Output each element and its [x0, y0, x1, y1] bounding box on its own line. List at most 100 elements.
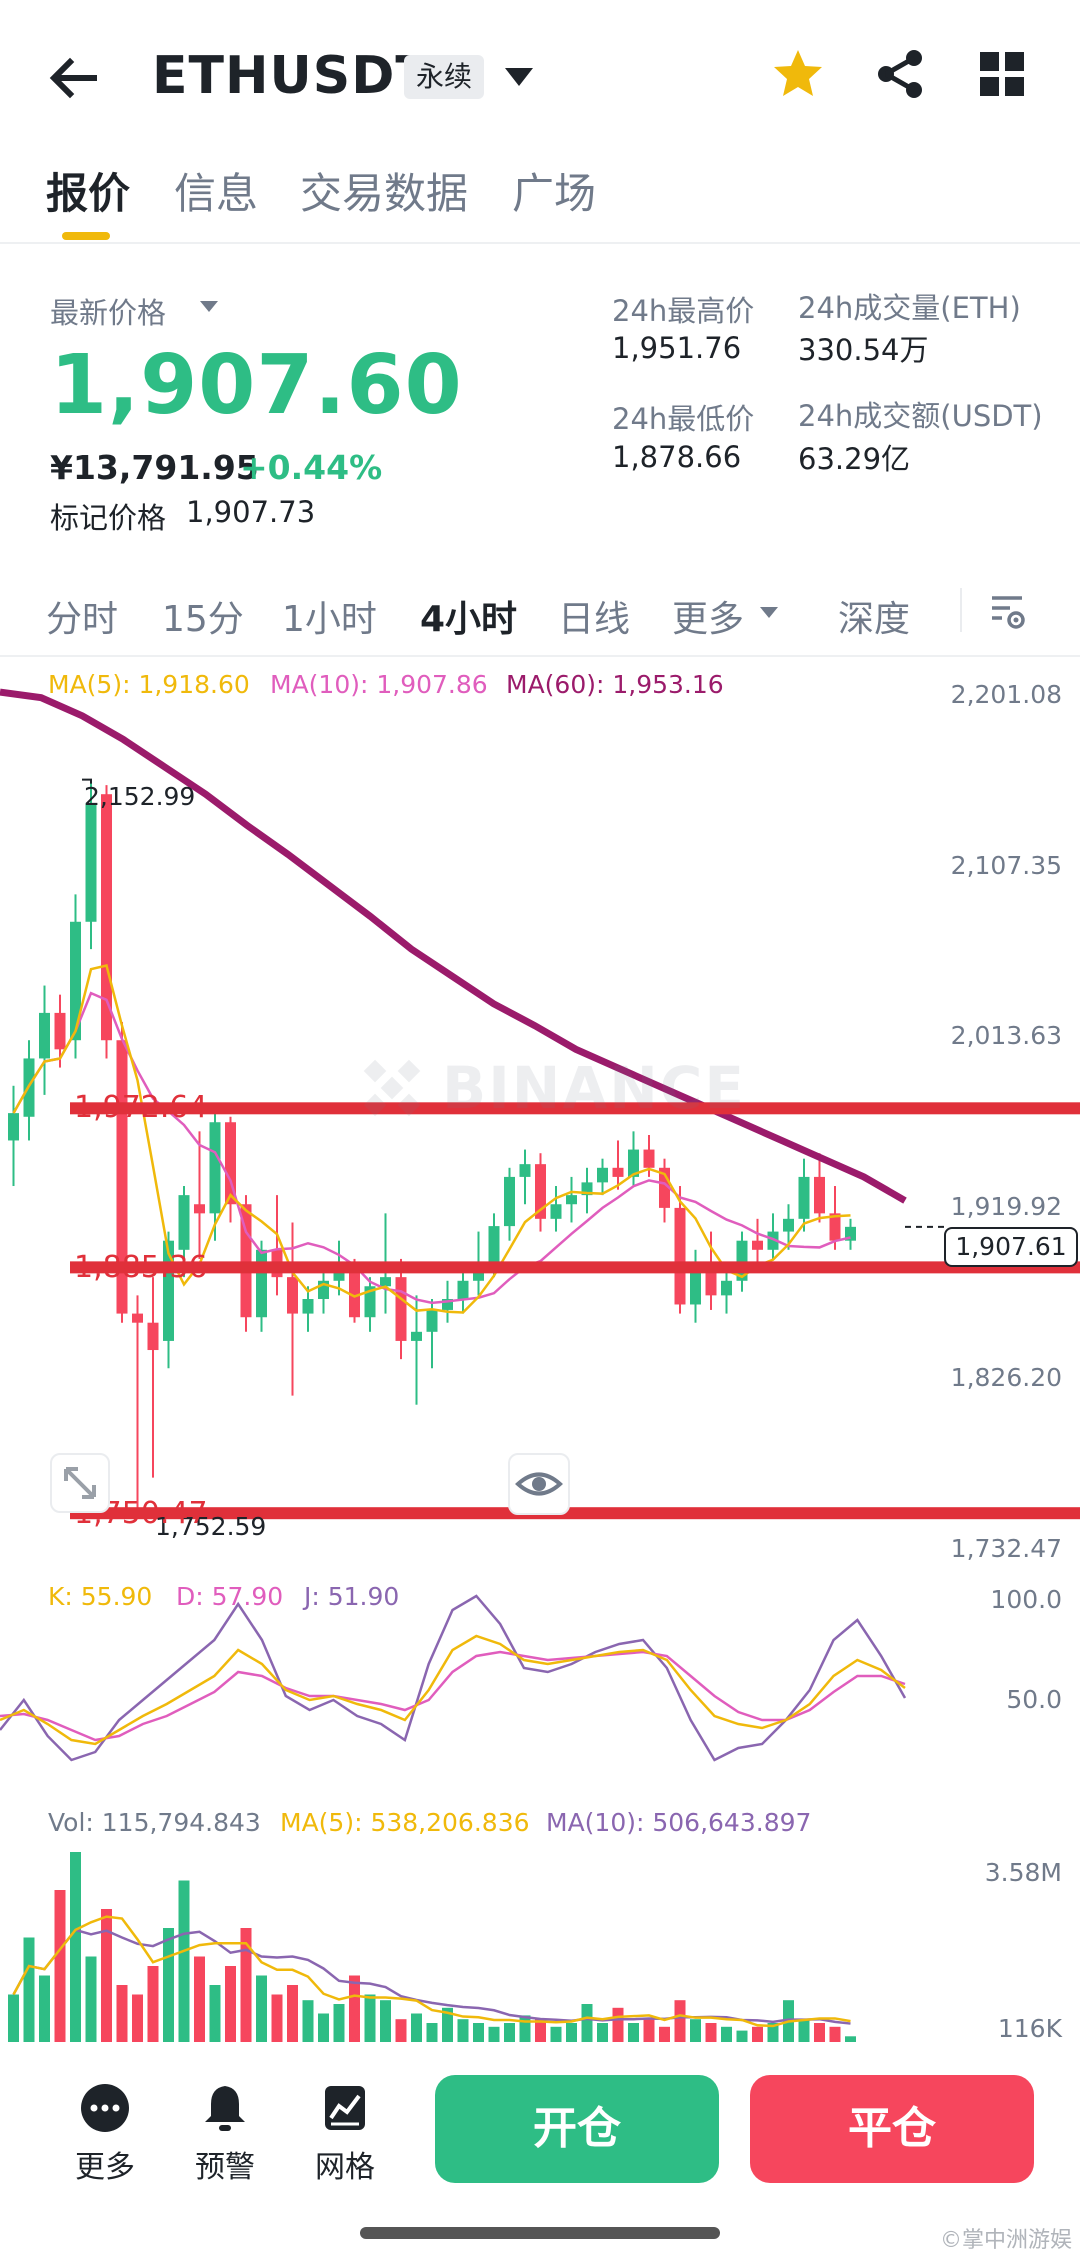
price-axis-label: 1,826.20 — [950, 1363, 1062, 1392]
volume-bar — [395, 2019, 407, 2042]
volume-bar — [581, 2004, 593, 2042]
candle-body — [54, 1012, 66, 1050]
price-axis-label: 2,013.63 — [950, 1021, 1062, 1050]
tab-trading-data[interactable]: 交易数据 — [300, 160, 468, 221]
header: ETHUSDT 永续 — [0, 0, 1080, 150]
mark-price-label: 标记价格 — [50, 501, 167, 535]
ma60-legend: MA(60): 1,953.16 — [506, 670, 724, 699]
candle-body — [488, 1226, 500, 1263]
vol-usdt-label: 24h成交额(USDT) — [798, 399, 1043, 433]
candle-body — [752, 1240, 763, 1250]
visibility-button[interactable] — [508, 1453, 570, 1515]
corner-watermark: ©掌中洲游娱 — [939, 2228, 1072, 2253]
price-type-caret-icon[interactable] — [198, 298, 220, 314]
candle-body — [721, 1280, 732, 1296]
binance-logo-icon — [363, 1059, 421, 1117]
price-axis-label: 1,919.92 — [950, 1192, 1062, 1221]
bell-icon — [205, 2086, 245, 2131]
volume-bar — [814, 2023, 825, 2042]
grid-trading-button[interactable]: 网格 — [295, 2080, 395, 2186]
volume-bar — [23, 1937, 35, 2042]
alert-button[interactable]: 预警 — [175, 2080, 275, 2186]
price-axis-label: 1,732.47 — [950, 1534, 1062, 1563]
vol-eth-value: 330.54万 — [798, 333, 929, 367]
tab-indicator — [62, 232, 110, 240]
volume-bar — [364, 1994, 376, 2042]
volume-bar — [597, 2023, 608, 2042]
volume-bar — [333, 2004, 345, 2042]
volume-bar — [426, 2023, 438, 2042]
volume-bar — [380, 2000, 391, 2042]
tab-info[interactable]: 信息 — [174, 160, 258, 221]
volume-bar — [457, 2019, 469, 2042]
grid-menu-icon[interactable] — [978, 50, 1026, 98]
more-button[interactable]: 更多 — [55, 2080, 155, 2186]
share-icon[interactable] — [872, 46, 928, 102]
volume-bar — [550, 2026, 562, 2042]
fullscreen-button[interactable] — [50, 1453, 110, 1513]
price-cny: ¥13,791.95 — [50, 448, 259, 487]
volume-bar — [488, 2026, 500, 2042]
low-24h-label: 24h最低价 — [612, 402, 755, 436]
more-caret-icon[interactable] — [758, 604, 780, 620]
candle-body — [519, 1164, 531, 1177]
symbol-title[interactable]: ETHUSDT — [152, 46, 432, 106]
candle-body — [209, 1122, 221, 1214]
interval-more[interactable]: 更多 — [672, 590, 744, 642]
grid-chart-icon — [325, 2086, 365, 2130]
candle-body — [814, 1176, 825, 1214]
tab-quote[interactable]: 报价 — [46, 160, 130, 221]
candle-body — [287, 1277, 298, 1314]
price-axis-label: 2,107.35 — [950, 851, 1062, 880]
kdj-j-legend: J: 51.90 — [304, 1582, 400, 1611]
ma10-legend: MA(10): 1,907.86 — [270, 670, 488, 699]
interval-15m[interactable]: 15分 — [162, 590, 244, 642]
binance-watermark: BINANCE — [354, 1050, 746, 1126]
candle-body — [256, 1249, 267, 1318]
candle-body — [178, 1195, 190, 1250]
tab-square[interactable]: 广场 — [512, 160, 596, 221]
support-resistance-line — [70, 1261, 1080, 1274]
candle-body — [302, 1299, 314, 1314]
price-change: +0.44% — [240, 448, 383, 487]
volume-bar — [116, 1985, 128, 2042]
tabs-divider — [0, 242, 1080, 244]
vol-usdt-value: 63.29亿 — [798, 442, 911, 476]
volume-bar — [54, 1890, 66, 2042]
line-label: 1,885.36 — [74, 1250, 208, 1285]
volume-bar — [690, 2019, 701, 2042]
more-dots-icon — [81, 2084, 129, 2132]
interval-4h[interactable]: 4小时 — [420, 590, 517, 642]
alert-label: 预警 — [195, 2150, 255, 2185]
volume-bar — [147, 1966, 159, 2042]
ma5-legend: MA(5): 1,918.60 — [48, 670, 250, 699]
grid-label: 网格 — [315, 2150, 375, 2185]
open-position-button[interactable]: 开仓 — [435, 2075, 719, 2183]
back-arrow-icon[interactable] — [44, 48, 104, 108]
candle-body — [550, 1204, 562, 1219]
last-price-label[interactable]: 最新价格 — [50, 290, 166, 332]
interval-line[interactable]: 分时 — [46, 590, 118, 642]
interval-1d[interactable]: 日线 — [558, 590, 630, 642]
volume-bar — [798, 2019, 810, 2042]
interval-depth[interactable]: 深度 — [838, 590, 910, 642]
interval-1h[interactable]: 1小时 — [282, 590, 377, 642]
high-24h-label: 24h最高价 — [612, 294, 755, 328]
volume-bar — [318, 2013, 329, 2042]
price-chart[interactable] — [0, 650, 1080, 2050]
volume-bar — [349, 1975, 360, 2042]
volume-bar — [287, 1985, 298, 2042]
chevron-down-icon[interactable] — [502, 62, 536, 92]
volume-bar — [132, 1994, 143, 2042]
star-icon[interactable] — [770, 46, 826, 102]
close-position-button[interactable]: 平仓 — [750, 2075, 1034, 2183]
kdj-axis-label: 50.0 — [1006, 1685, 1062, 1714]
volume-bar — [845, 2036, 856, 2042]
chart-settings-icon[interactable] — [988, 592, 1028, 632]
home-indicator[interactable] — [360, 2227, 720, 2239]
candle-body — [426, 1309, 438, 1332]
kdj-k-legend: K: 55.90 — [48, 1582, 153, 1611]
volume-ma10-legend: MA(10): 506,643.897 — [546, 1808, 812, 1837]
volume-bar — [659, 2026, 670, 2042]
volume-bar — [70, 1852, 81, 2042]
